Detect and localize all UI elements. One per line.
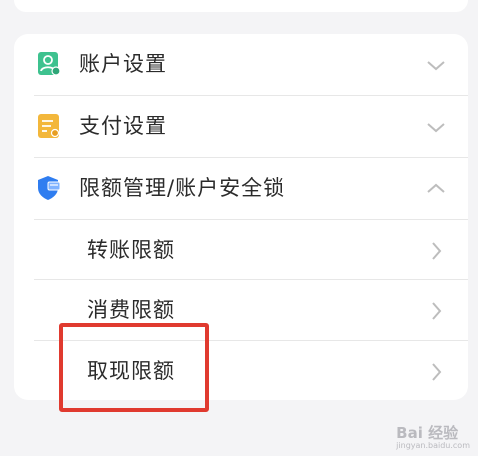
account-user-icon	[38, 52, 61, 76]
red-highlight-annotation	[59, 323, 209, 412]
payment-document-icon	[38, 114, 60, 138]
chevron-right-icon	[432, 302, 442, 320]
previous-card	[14, 0, 468, 12]
transfer-limit-label: 转账限额	[87, 238, 175, 262]
chevron-right-icon	[432, 242, 442, 260]
watermark-sub: jingyan.baidu.com	[396, 441, 470, 450]
account-settings-label: 账户设置	[79, 52, 167, 76]
payment-settings-label: 支付设置	[79, 114, 167, 138]
chevron-up-icon	[427, 183, 445, 193]
chevron-right-icon	[432, 363, 442, 381]
chevron-down-icon	[427, 61, 445, 71]
baidu-jingyan-watermark: Bai 经验 jingyan.baidu.com	[396, 422, 470, 450]
limit-management-label: 限额管理/账户安全锁	[79, 176, 286, 200]
transfer-limit-row[interactable]: 转账限额	[14, 220, 468, 281]
chevron-down-icon	[427, 123, 445, 133]
account-settings-row[interactable]: 账户设置	[14, 34, 468, 95]
watermark-text: Bai 经验	[396, 424, 459, 442]
shield-card-icon	[38, 176, 61, 200]
payment-settings-row[interactable]: 支付设置	[14, 96, 468, 157]
limit-management-row[interactable]: 限额管理/账户安全锁	[14, 158, 468, 219]
